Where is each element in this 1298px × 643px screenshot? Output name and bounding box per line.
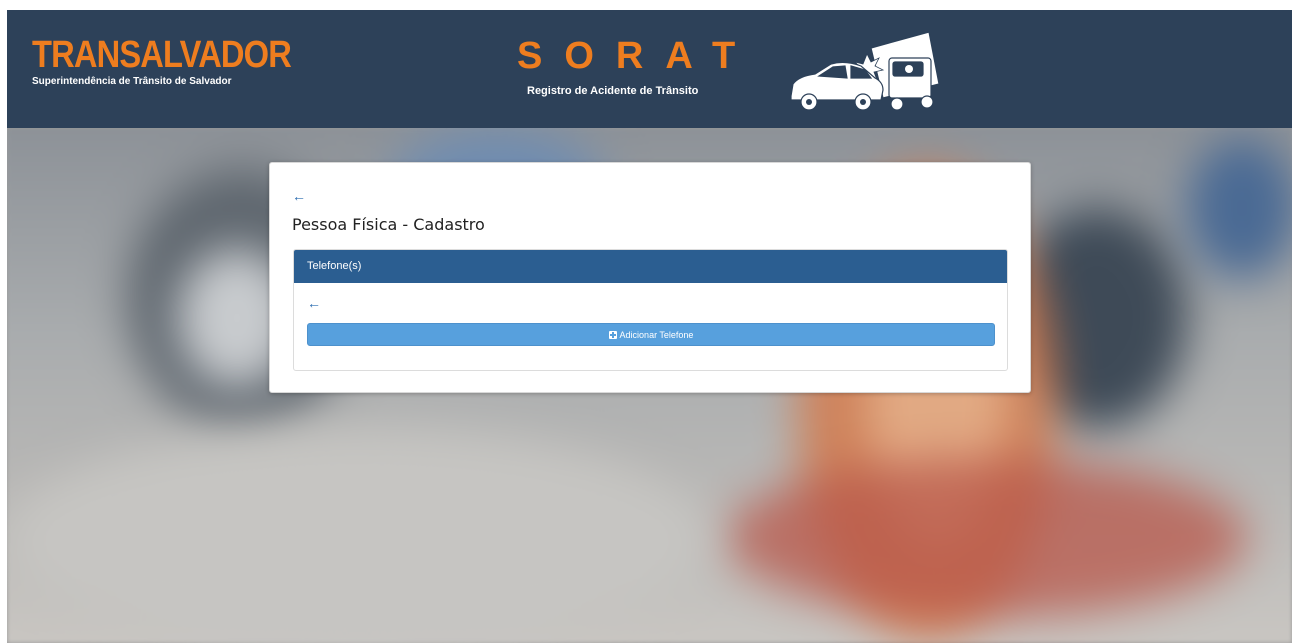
phones-panel: Telefone(s) ← Adicionar Telefone xyxy=(293,249,1008,371)
sorat-logo: SORAT Registro de Acidente de Trânsito xyxy=(517,37,737,97)
add-phone-button[interactable]: Adicionar Telefone xyxy=(307,323,995,346)
brand-subtitle: Superintendência de Trânsito de Salvador xyxy=(32,76,232,87)
system-subtitle: Registro de Acidente de Trânsito xyxy=(527,85,699,97)
plus-square-icon xyxy=(608,330,617,339)
app-frame: TRANSALVADOR Superintendência de Trânsit… xyxy=(7,10,1292,643)
add-phone-label: Adicionar Telefone xyxy=(619,329,694,340)
car-crash-illustration xyxy=(790,31,940,111)
transalvador-logo[interactable]: TRANSALVADOR Superintendência de Trânsit… xyxy=(32,36,333,87)
back-arrow-icon[interactable]: ← xyxy=(292,189,306,203)
panel-heading: Telefone(s) xyxy=(294,250,1007,283)
brand-title: TRANSALVADOR xyxy=(32,34,292,76)
registration-card: ← Pessoa Física - Cadastro Telefone(s) ←… xyxy=(269,162,1031,393)
site-header: TRANSALVADOR Superintendência de Trânsit… xyxy=(7,10,1292,128)
system-title: SORAT xyxy=(517,35,758,77)
panel-back-arrow-icon[interactable]: ← xyxy=(307,296,321,310)
page-title: Pessoa Física - Cadastro xyxy=(292,215,485,234)
